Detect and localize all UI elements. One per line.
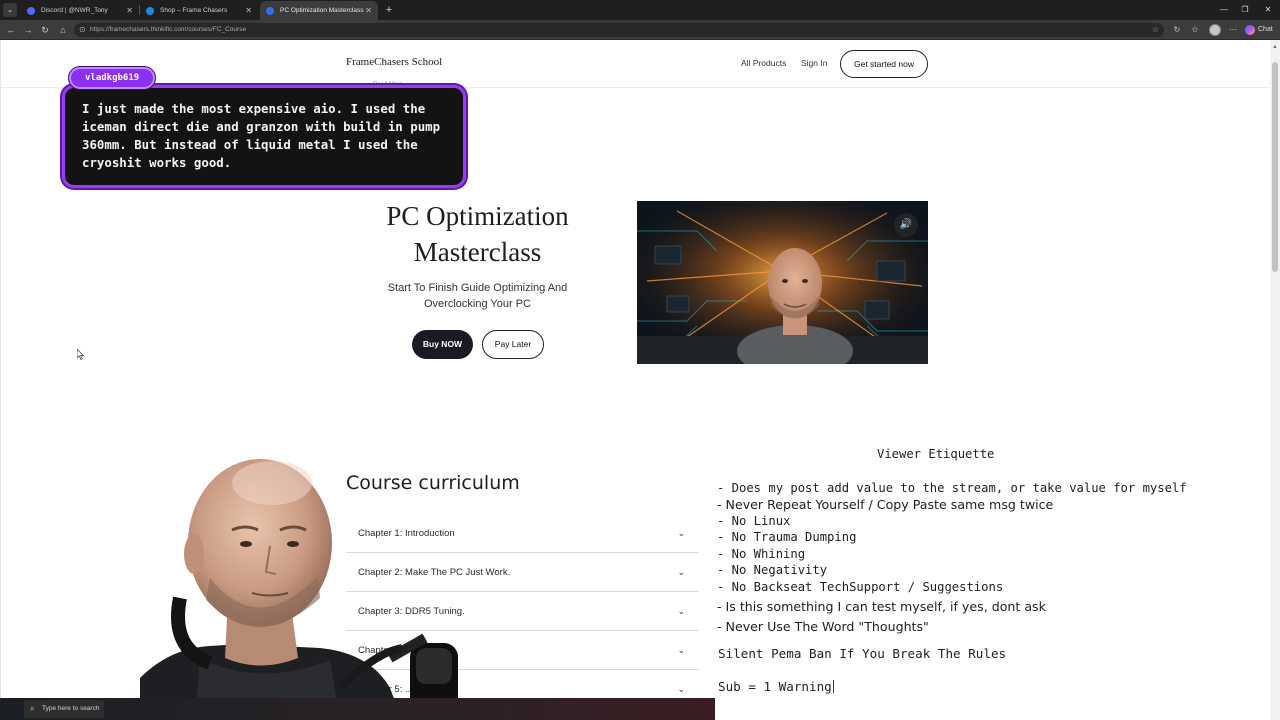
etiquette-rule: - No Backseat TechSupport / Suggestions — [717, 580, 1004, 594]
copilot-label: Chat — [1258, 26, 1273, 33]
close-tab-icon[interactable]: ✕ — [365, 1, 372, 20]
chevron-down-icon[interactable]: ⌄ — [677, 631, 685, 670]
search-icon: ⌕ — [30, 704, 35, 713]
etiquette-rule: - Never Use The Word "Thoughts" — [717, 619, 929, 634]
hero-subtitle: Start To Finish Guide Optimizing And Ove… — [387, 282, 568, 310]
forward-icon[interactable]: → — [21, 23, 35, 37]
tab-masterclass[interactable]: PC Optimization Masterclass ✕ — [260, 1, 378, 20]
nav-sign-in[interactable]: Sign In — [801, 58, 827, 68]
favorite-star-icon[interactable]: ☆ — [1152, 23, 1159, 37]
chevron-down-icon[interactable]: ⌄ — [677, 553, 685, 592]
etiquette-rule: - No Whining — [717, 547, 806, 561]
address-bar[interactable]: ⊙ https://framechasers.thinkific.com/cou… — [74, 23, 1164, 37]
tab-discord[interactable]: Discord | @NWR_Tony ✕ — [21, 1, 139, 20]
etiquette-rule: - No Trauma Dumping — [717, 530, 857, 544]
scrollbar-thumb[interactable] — [1272, 62, 1278, 272]
buy-now-button[interactable]: Buy NOW — [412, 330, 473, 359]
tab-title: PC Optimization Masterclass — [280, 7, 364, 14]
etiquette-rule: - No Linux — [717, 514, 791, 528]
get-started-button[interactable]: Get started now — [840, 50, 928, 78]
tab-actions-menu-icon[interactable]: ⌄ — [3, 3, 17, 17]
chat-message-bubble: I just made the most expensive aio. I us… — [62, 85, 466, 188]
restore-icon[interactable]: ❐ — [1235, 0, 1255, 20]
site-brand[interactable]: FrameChasers School — [346, 56, 442, 68]
chevron-down-icon[interactable]: ⌄ — [677, 514, 685, 553]
chat-message-text: I just made the most expensive aio. I us… — [82, 101, 441, 170]
pay-later-button[interactable]: Pay Later — [482, 330, 544, 359]
ban-notice: Silent Pema Ban If You Break The Rules — [718, 646, 1007, 661]
etiquette-title: Viewer Etiquette — [877, 447, 995, 461]
chat-username-badge: vladkgb619 — [69, 67, 156, 89]
tab-shop[interactable]: Shop – Frame Chasers ✕ — [140, 1, 258, 20]
profile-avatar[interactable] — [1209, 24, 1221, 36]
etiquette-rule: - Is this something I can test myself, i… — [717, 599, 1046, 614]
text-caret — [832, 680, 834, 693]
hero-title: PC Optimization Masterclass — [331, 198, 624, 270]
mouse-cursor-icon — [77, 349, 85, 360]
minimize-icon[interactable]: — — [1214, 0, 1234, 20]
etiquette-rule: - Does my post add value to the stream, … — [717, 481, 1187, 495]
course-promo-video[interactable]: 🔊 — [637, 201, 928, 364]
sub-warning-text: Sub = 1 Warning — [718, 679, 832, 694]
volume-icon[interactable]: 🔊 — [894, 213, 918, 237]
viewer-etiquette-panel: Viewer Etiquette - Does my post add valu… — [700, 400, 1270, 700]
etiquette-rule: - No Negativity — [717, 563, 828, 577]
reload-icon[interactable]: ↻ — [38, 23, 52, 37]
browser-toolbar: ← → ↻ ⌂ ⊙ https://framechasers.thinkific… — [0, 20, 1280, 40]
more-menu-icon[interactable]: ⋯ — [1226, 23, 1240, 37]
url-text: https://framechasers.thinkific.com/cours… — [90, 26, 247, 33]
home-icon[interactable]: ⌂ — [56, 23, 70, 37]
webcam-feed — [140, 459, 458, 720]
tab-title: Discord | @NWR_Tony — [41, 7, 108, 14]
screen: ⌄ Discord | @NWR_Tony ✕ Shop – Frame Cha… — [0, 0, 1280, 720]
shop-favicon-icon — [146, 7, 154, 15]
copilot-icon — [1245, 25, 1255, 35]
windows-taskbar: ⌕ Type here to search — [0, 698, 715, 720]
nav-all-products[interactable]: All Products — [741, 58, 786, 68]
etiquette-rule: - Never Repeat Yourself / Copy Paste sam… — [717, 497, 1054, 512]
thinkific-favicon-icon — [266, 7, 274, 15]
copilot-chat-button[interactable]: Chat — [1245, 23, 1273, 37]
video-thumbnail — [637, 201, 928, 364]
close-tab-icon[interactable]: ✕ — [245, 1, 252, 20]
sub-warning: Sub = 1 Warning — [718, 679, 834, 694]
new-tab-icon[interactable]: + — [383, 0, 395, 20]
page-scrollbar[interactable]: ▲ — [1270, 40, 1280, 720]
browser-tab-bar: ⌄ Discord | @NWR_Tony ✕ Shop – Frame Cha… — [0, 0, 1280, 20]
close-tab-icon[interactable]: ✕ — [126, 1, 133, 20]
scroll-up-icon[interactable]: ▲ — [1272, 44, 1278, 50]
favorites-icon[interactable]: ✩ — [1188, 23, 1202, 37]
tab-title: Shop – Frame Chasers — [160, 7, 228, 14]
taskbar-search-placeholder: Type here to search — [42, 705, 100, 712]
close-window-icon[interactable]: ✕ — [1258, 0, 1278, 20]
discord-favicon-icon — [27, 7, 35, 15]
back-icon[interactable]: ← — [4, 23, 18, 37]
hero-title-line-1: PC Optimization — [386, 201, 569, 231]
taskbar-search-box[interactable]: ⌕ Type here to search — [24, 700, 104, 718]
site-header: FrameChasers School All Products Sign In… — [1, 40, 1270, 88]
streamer-webcam — [140, 448, 500, 720]
chevron-down-icon[interactable]: ⌄ — [677, 592, 685, 631]
hero-title-line-2: Masterclass — [413, 237, 542, 267]
site-info-icon[interactable]: ⊙ — [79, 24, 86, 36]
refresh-page-icon[interactable]: ↻ — [1170, 23, 1184, 37]
